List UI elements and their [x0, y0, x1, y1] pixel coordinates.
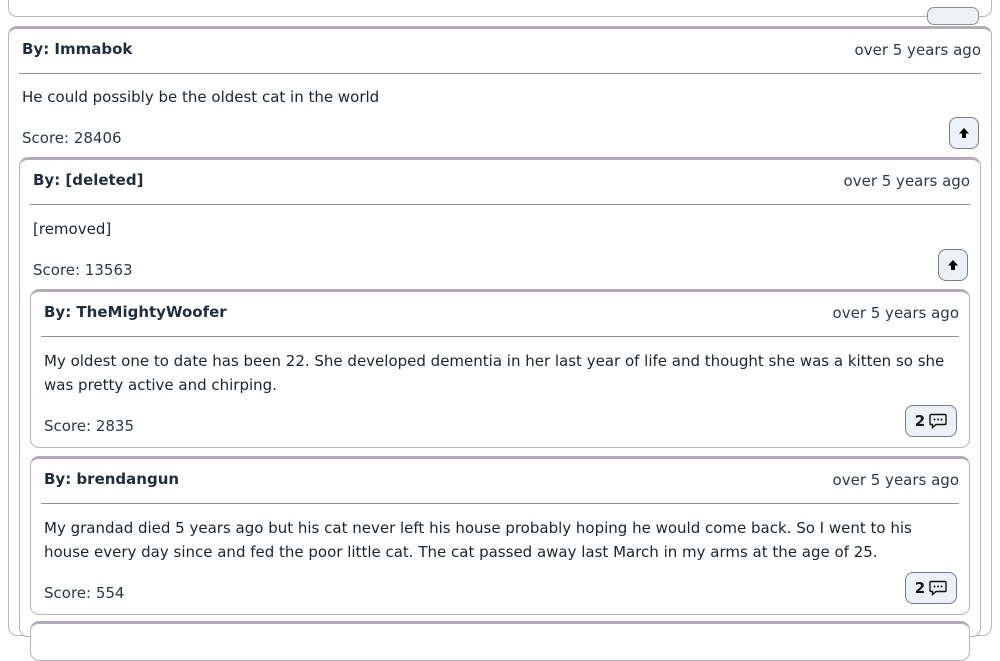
comment-timestamp: over 5 years ago — [832, 304, 959, 322]
comment-icon — [929, 580, 947, 596]
upvote-icon — [948, 260, 958, 270]
comment-text: He could possibly be the oldest cat in t… — [22, 88, 380, 106]
upvote-button[interactable] — [938, 249, 968, 281]
comment-text: My oldest one to date has been 22. She d… — [44, 352, 945, 394]
comment-text: [removed] — [33, 220, 112, 238]
upvote-button[interactable] — [949, 117, 979, 149]
comment-score: Score: 13563 — [33, 261, 133, 279]
comment-timestamp: over 5 years ago — [843, 172, 970, 190]
reply-count: 2 — [914, 412, 926, 430]
comment-header: By: brendangun over 5 years ago — [41, 459, 959, 504]
comment-text: My grandad died 5 years ago but his cat … — [44, 519, 912, 561]
replies-button[interactable]: 2 — [905, 405, 957, 437]
comment-author[interactable]: By: Immabok — [22, 40, 132, 58]
comment-score: Score: 2835 — [44, 417, 135, 435]
comment-card: By: brendangun over 5 years ago My grand… — [30, 456, 970, 615]
previous-comment-action-button[interactable] — [927, 7, 979, 25]
comment-header: By: [deleted] over 5 years ago — [30, 160, 970, 205]
comment-card: By: TheMightyWoofer over 5 years ago My … — [30, 289, 970, 448]
comment-score: Score: 28406 — [22, 129, 122, 147]
next-comment-card — [30, 621, 970, 661]
replies-button[interactable]: 2 — [905, 572, 957, 604]
comment-timestamp: over 5 years ago — [832, 471, 959, 489]
comment-timestamp: over 5 years ago — [854, 41, 981, 59]
comment-author[interactable]: By: [deleted] — [33, 171, 143, 189]
comment-author[interactable]: By: brendangun — [44, 470, 179, 488]
reply-count: 2 — [914, 579, 926, 597]
comment-score: Score: 554 — [44, 584, 125, 602]
upvote-icon — [959, 128, 969, 138]
previous-comment-card — [8, 0, 992, 25]
comment-header: By: TheMightyWoofer over 5 years ago — [41, 292, 959, 337]
comment-author[interactable]: By: TheMightyWoofer — [44, 303, 227, 321]
comment-icon — [929, 413, 947, 429]
comment-header: By: Immabok over 5 years ago — [19, 29, 981, 74]
